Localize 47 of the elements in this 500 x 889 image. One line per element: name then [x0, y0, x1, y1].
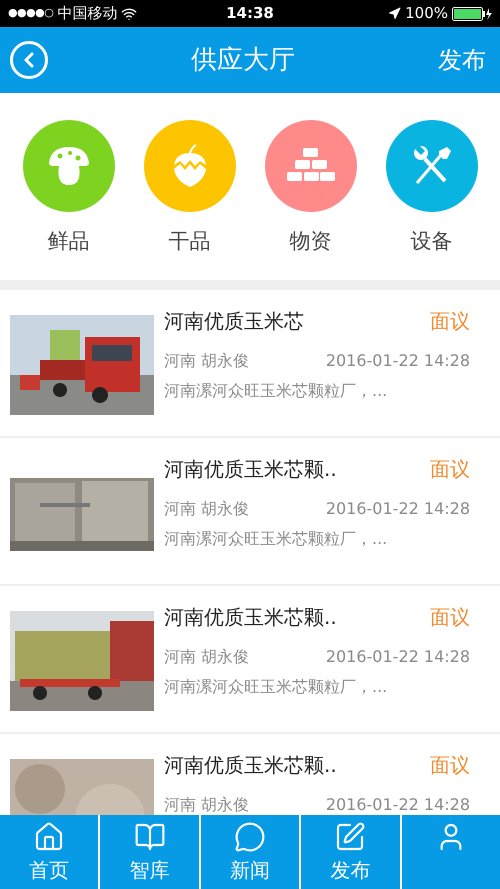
seller-name: 河南 胡永俊: [164, 350, 250, 372]
seller-name: 河南 胡永俊: [164, 646, 250, 668]
seller-name: 河南 胡永俊: [164, 794, 250, 815]
chat-icon: [234, 821, 266, 853]
post-date: 2016-01-22 14:28: [326, 794, 470, 815]
listing-card[interactable]: 河南优质玉米芯颗.. 面议 河南 胡永俊 2016-01-22 14:28 河南漯河众旺玉米芯颗粒厂，...: [0, 438, 500, 584]
location-icon: [388, 7, 402, 20]
tab-label: 智库: [130, 857, 170, 884]
post-date: 2016-01-22 14:28: [326, 350, 470, 372]
tab-label: 新闻: [230, 857, 270, 884]
listing-description: 河南漯河众旺玉米芯颗粒厂，...: [164, 380, 388, 402]
seller-name: 河南 胡永俊: [164, 498, 250, 520]
category-button[interactable]: 干品: [144, 120, 236, 258]
category-button[interactable]: 物资: [264, 120, 356, 258]
price-label: 面议: [430, 308, 470, 335]
price-label: 面议: [430, 456, 470, 483]
back-button[interactable]: [10, 41, 48, 79]
carrier-name: 中国移动: [57, 3, 118, 24]
battery-icon: [452, 6, 492, 20]
edit-icon: [334, 821, 366, 853]
listing-card[interactable]: 河南优质玉米芯颗.. 面议 河南 胡永俊 2016-01-22 14:28: [0, 734, 500, 815]
category-label: 设备: [410, 228, 452, 255]
listing-title: 河南优质玉米芯: [164, 308, 304, 335]
category-label: 物资: [290, 228, 332, 255]
battery-percentage: 100%: [405, 3, 448, 24]
category-label: 干品: [168, 228, 210, 255]
listing-title: 河南优质玉米芯颗..: [164, 456, 337, 483]
signal-strength: ●●●●○: [8, 5, 54, 22]
listing-description: 河南漯河众旺玉米芯颗粒厂，...: [164, 676, 388, 698]
price-label: 面议: [430, 752, 470, 779]
tab-label: 发布: [330, 857, 370, 884]
tab-label: 首页: [29, 857, 70, 884]
listing-title: 河南优质玉米芯颗..: [164, 604, 337, 631]
post-date: 2016-01-22 14:28: [326, 646, 470, 668]
clock-time: 14:38: [226, 3, 274, 24]
listing-card[interactable]: 河南优质玉米芯 面议 河南 胡永俊 2016-01-22 14:28 河南漯河众旺玉米芯颗粒厂，...: [0, 290, 500, 436]
book-icon: [134, 821, 166, 853]
category-button[interactable]: 鲜品: [22, 120, 114, 258]
listing-card[interactable]: 河南优质玉米芯颗.. 面议 河南 胡永俊 2016-01-22 14:28 河南漯河众旺玉米芯颗粒厂，...: [0, 586, 500, 732]
category-label: 鲜品: [48, 228, 90, 255]
listing-title: 河南优质玉米芯颗..: [164, 752, 337, 779]
post-date: 2016-01-22 14:28: [326, 498, 470, 520]
wifi-icon: [121, 6, 138, 22]
page-title: 供应大厅: [190, 44, 296, 76]
category-button[interactable]: 设备: [386, 120, 478, 258]
listing-description: 河南漯河众旺玉米芯颗粒厂，...: [164, 528, 388, 550]
price-label: 面议: [430, 604, 470, 631]
